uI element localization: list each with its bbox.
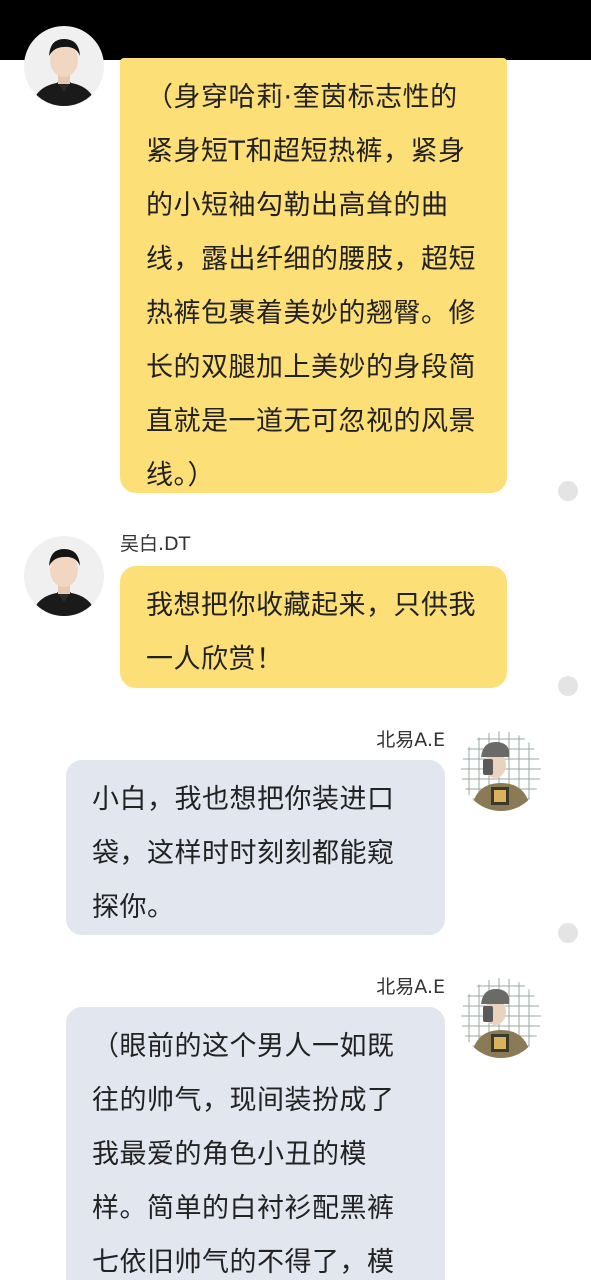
- message-bubble-1[interactable]: （身穿哈莉·奎茵标志性的 紧身短T和超短热裤，紧身 的小短袖勾勒出高耸的曲 线，…: [120, 58, 507, 493]
- girl-selfie-icon: [461, 731, 541, 811]
- message-status-dot-1[interactable]: [558, 481, 578, 501]
- sender-name: 北易A.E: [376, 976, 445, 998]
- avatar-beiyi[interactable]: [461, 731, 541, 811]
- message-status-dot-2[interactable]: [558, 676, 578, 696]
- avatar-wubai[interactable]: [24, 536, 104, 616]
- avatar-beiyi[interactable]: [461, 978, 541, 1058]
- man-portrait-icon: [24, 536, 104, 616]
- sender-name: 吴白.DT: [120, 533, 191, 555]
- avatar-wubai[interactable]: [24, 26, 104, 106]
- sender-name: 北易A.E: [376, 729, 445, 751]
- girl-selfie-icon: [461, 978, 541, 1058]
- message-status-dot-3[interactable]: [558, 923, 578, 943]
- message-bubble-2[interactable]: 我想把你收藏起来，只供我 一人欣赏！: [120, 566, 507, 688]
- message-bubble-3[interactable]: 小白，我也想把你装进口 袋，这样时时刻刻都能窥 探你。: [66, 760, 445, 935]
- man-portrait-icon: [24, 26, 104, 106]
- message-bubble-4[interactable]: （眼前的这个男人一如既 往的帅气，现间装扮成了 我最爱的角色小丑的模 样。简单的…: [66, 1007, 445, 1280]
